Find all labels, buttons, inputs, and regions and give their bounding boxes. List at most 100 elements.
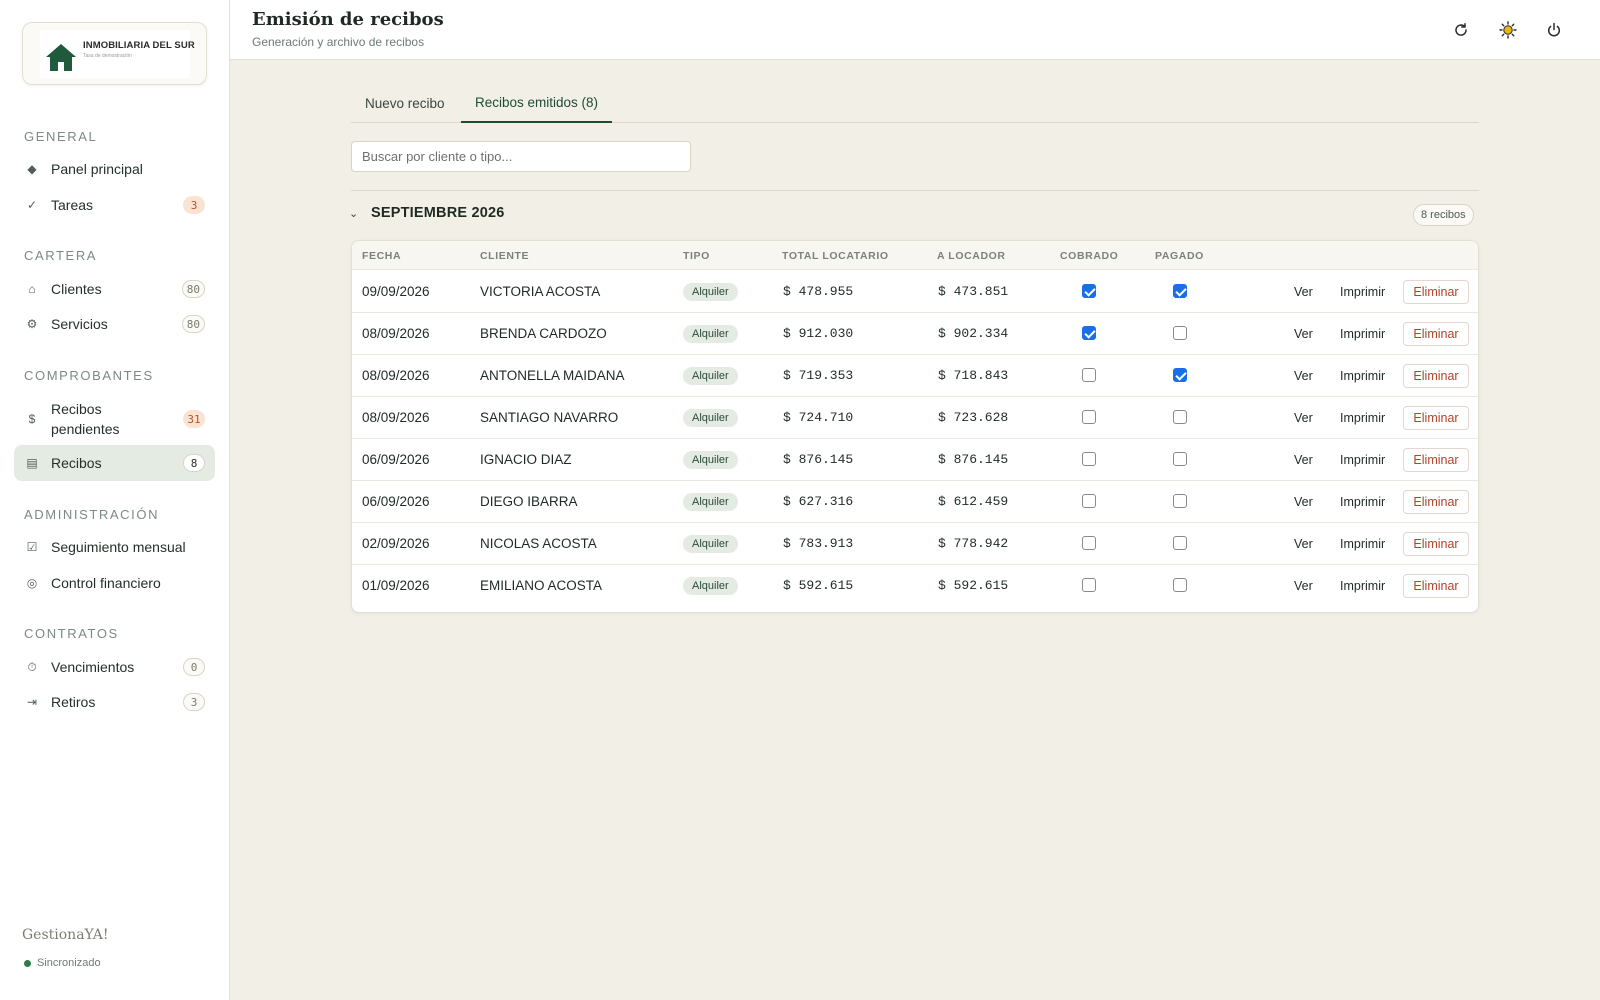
cobrado-checkbox[interactable]	[1082, 536, 1096, 550]
house-logo-icon	[46, 44, 76, 71]
delete-button[interactable]: Eliminar	[1403, 364, 1469, 388]
tab-label: Nuevo recibo	[365, 95, 445, 111]
row-fecha: 06/09/2026	[362, 452, 430, 467]
table-row: 08/09/2026 BRENDA CARDOZO Alquiler $ 912…	[352, 312, 1478, 355]
check-icon: ✓	[26, 198, 38, 212]
sync-status-label: Sincronizado	[37, 957, 101, 969]
delete-button[interactable]: Eliminar	[1403, 574, 1469, 598]
retiros-count-badge: 3	[183, 693, 205, 711]
cobrado-checkbox[interactable]	[1082, 494, 1096, 508]
cobrado-checkbox[interactable]	[1082, 284, 1096, 298]
column-header-fecha: FECHA	[362, 250, 402, 262]
print-button[interactable]: Imprimir	[1340, 312, 1385, 355]
row-fecha: 06/09/2026	[362, 494, 430, 509]
table-row: 02/09/2026 NICOLAS ACOSTA Alquiler $ 783…	[352, 522, 1478, 565]
logo-tagline: Tasa de demostración	[83, 52, 132, 59]
search-input[interactable]	[351, 141, 691, 172]
company-logo[interactable]: INMOBILIARIA DEL SUR Tasa de demostració…	[22, 22, 207, 85]
print-button[interactable]: Imprimir	[1340, 522, 1385, 565]
sidebar-item-tareas[interactable]: ✓ Tareas 3	[14, 187, 215, 223]
pagado-checkbox[interactable]	[1173, 326, 1187, 340]
pagado-checkbox[interactable]	[1173, 410, 1187, 424]
pagado-checkbox[interactable]	[1173, 284, 1187, 298]
row-tipo-cell: Alquiler	[683, 396, 738, 439]
row-cliente: VICTORIA ACOSTA	[480, 284, 601, 299]
cobrado-checkbox[interactable]	[1082, 368, 1096, 382]
print-button[interactable]: Imprimir	[1340, 480, 1385, 523]
gear-icon: ⚙	[26, 317, 38, 331]
print-button[interactable]: Imprimir	[1340, 564, 1385, 607]
row-total-locatario: $ 912.030	[783, 326, 854, 341]
sidebar-item-vencimientos[interactable]: ⏱ Vencimientos 0	[14, 649, 215, 685]
table-row: 09/09/2026 VICTORIA ACOSTA Alquiler $ 47…	[352, 270, 1478, 313]
column-header-pagado: PAGADO	[1155, 250, 1204, 262]
page-title: Emisión de recibos	[252, 9, 444, 30]
print-button[interactable]: Imprimir	[1340, 354, 1385, 397]
row-tipo-cell: Alquiler	[683, 270, 738, 313]
month-group-count-badge: 8 recibos	[1413, 204, 1474, 226]
view-button[interactable]: Ver	[1294, 270, 1313, 313]
view-button[interactable]: Ver	[1294, 312, 1313, 355]
cobrado-checkbox[interactable]	[1082, 410, 1096, 424]
delete-button[interactable]: Eliminar	[1403, 448, 1469, 472]
pagado-checkbox[interactable]	[1173, 452, 1187, 466]
theme-toggle-button[interactable]	[1495, 17, 1521, 43]
view-button[interactable]: Ver	[1294, 354, 1313, 397]
view-button[interactable]: Ver	[1294, 480, 1313, 523]
sync-dot-icon	[24, 959, 31, 967]
cobrado-checkbox[interactable]	[1082, 326, 1096, 340]
print-button[interactable]: Imprimir	[1340, 270, 1385, 313]
view-button[interactable]: Ver	[1294, 564, 1313, 607]
sidebar-item-label: Recibos pendientes	[51, 401, 120, 437]
refresh-button[interactable]	[1448, 17, 1474, 43]
sidebar-item-retiros[interactable]: ⇥ Retiros 3	[14, 684, 215, 720]
row-total-locatario: $ 478.955	[783, 284, 854, 299]
row-fecha: 01/09/2026	[362, 578, 430, 593]
chevron-down-icon[interactable]: ⌄	[349, 207, 358, 220]
pagado-checkbox[interactable]	[1173, 536, 1187, 550]
sidebar-item-servicios[interactable]: ⚙ Servicios 80	[14, 306, 215, 342]
sidebar-item-clientes[interactable]: ⌂ Clientes 80	[14, 271, 215, 307]
row-tipo-cell: Alquiler	[683, 522, 738, 565]
receipts-table: FECHA CLIENTE TIPO TOTAL LOCATARIO A LOC…	[351, 240, 1479, 613]
sidebar-item-seguimiento-mensual[interactable]: ☑ Seguimiento mensual	[14, 529, 215, 565]
recibos-pendientes-count-badge: 31	[183, 410, 205, 428]
pagado-checkbox[interactable]	[1173, 494, 1187, 508]
tab-nuevo-recibo[interactable]: Nuevo recibo	[365, 83, 445, 123]
logo-company-name: INMOBILIARIA DEL SUR	[83, 39, 195, 51]
delete-button[interactable]: Eliminar	[1403, 406, 1469, 430]
delete-button[interactable]: Eliminar	[1403, 280, 1469, 304]
print-button[interactable]: Imprimir	[1340, 396, 1385, 439]
cobrado-checkbox[interactable]	[1082, 452, 1096, 466]
refresh-icon	[1455, 23, 1467, 36]
month-group-title: SEPTIEMBRE 2026	[371, 205, 505, 221]
logout-button[interactable]	[1541, 17, 1567, 43]
table-header: FECHA CLIENTE TIPO TOTAL LOCATARIO A LOC…	[352, 241, 1478, 270]
row-fecha: 08/09/2026	[362, 410, 430, 425]
pagado-checkbox[interactable]	[1173, 368, 1187, 382]
view-button[interactable]: Ver	[1294, 396, 1313, 439]
row-cliente: NICOLAS ACOSTA	[480, 536, 597, 551]
row-tipo-cell: Alquiler	[683, 312, 738, 355]
sidebar-item-recibos-pendientes[interactable]: $ Recibos pendientes 31	[14, 395, 215, 443]
sidebar-item-panel-principal[interactable]: ◆ Panel principal	[14, 151, 215, 187]
app-brand: GestionaYA!	[22, 927, 109, 943]
tab-recibos-emitidos[interactable]: Recibos emitidos (8)	[461, 83, 613, 123]
print-button[interactable]: Imprimir	[1340, 438, 1385, 481]
cobrado-checkbox[interactable]	[1082, 578, 1096, 592]
pagado-checkbox[interactable]	[1173, 578, 1187, 592]
sidebar-item-control-financiero[interactable]: ◎ Control financiero	[14, 565, 215, 601]
row-cliente: BRENDA CARDOZO	[480, 326, 607, 341]
delete-button[interactable]: Eliminar	[1403, 322, 1469, 346]
sidebar-item-label: Vencimientos	[51, 659, 135, 675]
sidebar-item-recibos[interactable]: ▤ Recibos 8	[14, 445, 215, 481]
delete-button[interactable]: Eliminar	[1403, 532, 1469, 556]
tab-bar: Nuevo recibo Recibos emitidos (8)	[351, 83, 1479, 123]
row-a-locador: $ 612.459	[938, 494, 1009, 509]
view-button[interactable]: Ver	[1294, 438, 1313, 481]
delete-button[interactable]: Eliminar	[1403, 490, 1469, 514]
tipo-badge: Alquiler	[683, 408, 738, 427]
row-tipo-cell: Alquiler	[683, 480, 738, 523]
servicios-count-badge: 80	[181, 315, 205, 333]
view-button[interactable]: Ver	[1294, 522, 1313, 565]
